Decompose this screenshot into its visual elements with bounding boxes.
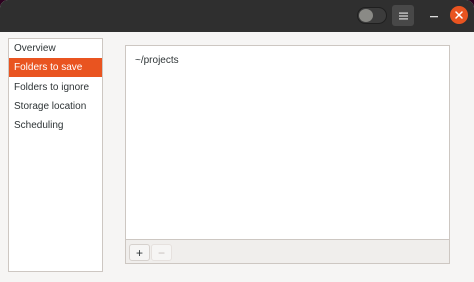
remove-folder-button[interactable]: − xyxy=(151,244,172,261)
add-folder-button[interactable]: + xyxy=(129,244,150,261)
header-bar xyxy=(0,0,474,32)
close-button[interactable] xyxy=(450,6,468,24)
app-window: Overview Folders to save Folders to igno… xyxy=(0,0,474,282)
sidebar-item-overview[interactable]: Overview xyxy=(9,39,102,58)
list-toolbar: + − xyxy=(126,239,449,263)
toggle-knob xyxy=(359,9,373,22)
folders-list-panel: ~/projects + − xyxy=(125,45,450,264)
hamburger-menu-icon xyxy=(398,12,408,20)
toggle-switch[interactable] xyxy=(357,7,387,24)
sidebar-item-folders-to-save[interactable]: Folders to save xyxy=(9,58,102,77)
sidebar-item-scheduling[interactable]: Scheduling xyxy=(9,116,102,135)
sidebar-item-folders-to-ignore[interactable]: Folders to ignore xyxy=(9,78,102,97)
folder-list-item[interactable]: ~/projects xyxy=(135,55,179,66)
minimize-button[interactable] xyxy=(425,6,443,24)
menu-button[interactable] xyxy=(392,5,414,26)
close-icon xyxy=(455,6,463,24)
minimize-icon xyxy=(430,6,438,24)
sidebar: Overview Folders to save Folders to igno… xyxy=(8,38,103,272)
sidebar-item-storage-location[interactable]: Storage location xyxy=(9,97,102,116)
